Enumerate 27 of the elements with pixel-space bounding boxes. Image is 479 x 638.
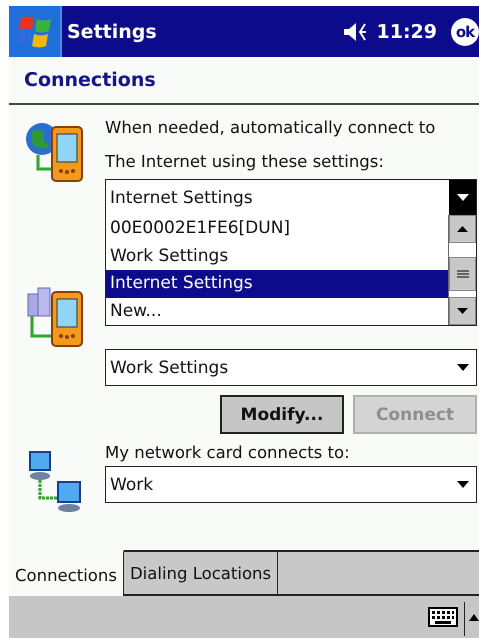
page-title: Connections [9, 57, 479, 105]
dropdown-option[interactable]: Work Settings [106, 242, 448, 270]
ok-button[interactable]: ok [451, 18, 479, 46]
tab[interactable]: Connections [9, 550, 124, 598]
dropdown-arrow-icon [456, 481, 468, 488]
scrollbar[interactable] [448, 215, 476, 325]
scroll-down-icon[interactable] [457, 308, 468, 314]
dropdown-arrow-icon [456, 364, 468, 371]
modify-button[interactable]: Modify... [220, 395, 344, 434]
auto-connect-description: When needed, automatically connect to The Internet using these settings: [105, 117, 436, 173]
network-card-label: My network card connects to: [105, 442, 351, 464]
dropdown[interactable]: Work Settings [105, 349, 477, 386]
grip-icon[interactable] [456, 270, 468, 278]
tab[interactable]: Dialing Locations [124, 550, 278, 594]
dropdown-option[interactable]: 00E0002E1FE6[DUN] [106, 215, 448, 242]
window-title: Settings [67, 20, 158, 42]
dropdown[interactable]: Work [105, 466, 477, 503]
dropdown-option[interactable]: New... [106, 298, 448, 325]
dropdown-option[interactable]: Internet Settings [106, 270, 448, 298]
start-button[interactable] [9, 6, 62, 57]
input-menu-arrow-icon[interactable] [469, 614, 479, 620]
dropdown[interactable]: Internet Settings [105, 179, 477, 216]
keyboard-icon[interactable] [428, 607, 458, 627]
speaker-icon[interactable] [342, 20, 369, 42]
scroll-up-icon[interactable] [457, 226, 468, 232]
dropdown-arrow-icon [456, 194, 468, 201]
clock-time[interactable]: 11:29 [376, 20, 437, 42]
